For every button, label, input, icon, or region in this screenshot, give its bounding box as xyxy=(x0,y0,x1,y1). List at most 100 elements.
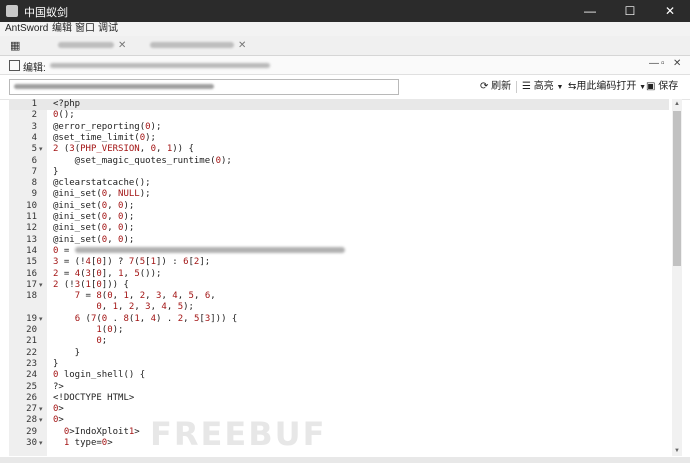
highlight-dropdown[interactable]: ☰ 高亮 ▼ xyxy=(522,80,563,95)
line-number: 8 xyxy=(31,178,37,189)
code-line[interactable]: 10 @ini_set(0, 0); xyxy=(9,201,669,212)
maximize-panel-icon[interactable]: ▫ xyxy=(661,58,665,69)
code-line[interactable]: 23} xyxy=(9,359,669,370)
line-number: 15 xyxy=(26,257,37,268)
code-line[interactable]: 11 @ini_set(0, 0); xyxy=(9,212,669,223)
code-text: 0; xyxy=(96,336,108,347)
code-line[interactable]: 19 ▾ 6 (7(0 . 8(1, 4) . 2, 5[3])) { xyxy=(9,314,669,325)
code-line[interactable]: 20 1(0); xyxy=(9,325,669,336)
vertical-scrollbar[interactable]: ▲ ▼ xyxy=(672,99,682,456)
line-number: 28 xyxy=(26,415,37,426)
code-line[interactable]: 2 0(); xyxy=(9,110,669,121)
menu-antsword[interactable]: AntSword xyxy=(5,22,48,36)
tab-shell-1[interactable]: ✕ xyxy=(58,38,126,54)
fold-toggle-icon[interactable]: ▾ xyxy=(39,144,43,155)
highlight-label: 高亮 xyxy=(533,81,554,92)
code-line[interactable]: 26 <!DOCTYPE HTML> xyxy=(9,393,669,404)
save-button[interactable]: ▣ 保存 xyxy=(646,80,678,94)
scrollbar-thumb[interactable] xyxy=(673,111,681,266)
code-line[interactable]: 22 } xyxy=(9,348,669,359)
minimize-button[interactable]: — xyxy=(570,0,610,22)
code-line[interactable]: 16 2 = 4(3[0], 1, 5()); xyxy=(9,269,669,280)
code-line[interactable]: 25 ?> xyxy=(9,382,669,393)
window-title: 中国蚁剑 xyxy=(24,7,68,19)
fold-toggle-icon[interactable]: ▾ xyxy=(39,404,43,415)
close-window-button[interactable]: ✕ xyxy=(650,0,690,22)
grid-icon[interactable]: ▦ xyxy=(10,38,20,54)
code-text: 0>IndoXploit1> xyxy=(63,426,140,437)
chevron-down-icon: ▼ xyxy=(556,84,564,91)
menu-window[interactable]: 窗口 xyxy=(75,22,95,36)
panel-label: 编辑: xyxy=(23,63,46,74)
toolbar-divider xyxy=(516,81,517,93)
line-number: 1 xyxy=(31,99,37,109)
line-number: 21 xyxy=(26,336,37,347)
editor-panel-header: 编辑: — ▫ ✕ xyxy=(0,56,690,75)
line-number: 4 xyxy=(31,132,37,143)
code-text: 1 type=0> xyxy=(63,438,113,448)
close-panel-icon[interactable]: ✕ xyxy=(673,58,681,69)
line-number: 6 xyxy=(31,155,37,166)
fold-toggle-icon[interactable]: ▾ xyxy=(39,438,43,449)
code-text: 7 = 8(0, 1, 2, 3, 4, 5, 6, xyxy=(74,291,216,302)
code-line[interactable]: 9 @ini_set(0, NULL); xyxy=(9,189,669,200)
code-text: @error_reporting(0); xyxy=(53,121,162,132)
code-line[interactable]: 7} xyxy=(9,167,669,178)
scroll-down-icon[interactable]: ▼ xyxy=(672,446,682,456)
redacted-file-path xyxy=(50,63,270,68)
code-line[interactable]: 0, 1, 2, 3, 4, 5); xyxy=(9,302,669,313)
line-number: 3 xyxy=(31,121,37,132)
code-editor[interactable]: 1 <?php 2 0(); 3 @error_reporting(0); 4 @set_ti… xyxy=(9,99,681,456)
line-number: 17 xyxy=(26,279,37,290)
list-icon: ☰ xyxy=(522,81,531,92)
code-text: 2 (3(PHP_VERSION, 0, 1)) { xyxy=(53,144,194,155)
code-line[interactable]: 27 ▾ 0> xyxy=(9,404,669,415)
fold-toggle-icon[interactable]: ▾ xyxy=(39,280,43,291)
code-line[interactable]: 18 7 = 8(0, 1, 2, 3, 4, 5, 6, xyxy=(9,291,669,302)
menu-debug[interactable]: 调试 xyxy=(98,22,118,36)
code-text: @clearstatcache(); xyxy=(53,178,151,189)
code-line[interactable]: 24 0 login_shell() { xyxy=(9,370,669,381)
path-input[interactable] xyxy=(9,79,399,95)
code-line[interactable]: 3 @error_reporting(0); xyxy=(9,122,669,133)
line-number: 10 xyxy=(26,200,37,211)
menu-bar: AntSword 编辑 窗口 调试 xyxy=(0,22,690,36)
encoding-label: 用此编码打开 xyxy=(576,81,637,92)
status-bar xyxy=(0,457,690,463)
code-line[interactable]: 28 ▾ 0> xyxy=(9,415,669,426)
code-line[interactable]: 12 @ini_set(0, 0); xyxy=(9,223,669,234)
code-text: 3 = (!4[0]) ? 7(5[1]) : 6[2]; xyxy=(53,257,211,268)
line-number: 11 xyxy=(26,212,37,222)
code-line[interactable]: 1 <?php xyxy=(9,99,669,111)
editor-toolbar: ⟳ 刷新 ☰ 高亮 ▼ ⇆用此编码打开 ▼ ▣ 保存 xyxy=(0,75,690,100)
code-line[interactable]: 5 ▾ 2 (3(PHP_VERSION, 0, 1)) { xyxy=(9,144,669,155)
encoding-dropdown[interactable]: ⇆用此编码打开 ▼ xyxy=(568,80,646,95)
code-line[interactable]: 30 ▾ 1 type=0> xyxy=(9,438,669,449)
line-number: 14 xyxy=(26,245,37,256)
code-line[interactable]: 14 0 = xyxy=(9,246,669,257)
fold-toggle-icon[interactable]: ▾ xyxy=(39,314,43,325)
code-text: <?php xyxy=(53,99,81,109)
code-line[interactable]: 4 @set_time_limit(0); xyxy=(9,133,669,144)
fold-toggle-icon[interactable]: ▾ xyxy=(39,415,43,426)
code-line[interactable]: 17 ▾ 2 (!3(1[0])) { xyxy=(9,280,669,291)
code-text: ?> xyxy=(53,381,64,392)
app-icon xyxy=(6,5,18,17)
line-number: 23 xyxy=(26,358,37,369)
code-text: 0 login_shell() { xyxy=(53,370,146,381)
maximize-button[interactable]: ☐ xyxy=(610,0,650,22)
menu-edit[interactable]: 编辑 xyxy=(52,22,72,36)
file-icon xyxy=(9,60,20,71)
minimize-panel-icon[interactable]: — xyxy=(649,58,659,69)
code-line[interactable]: 21 0; xyxy=(9,336,669,347)
code-line[interactable]: 29 0>IndoXploit1> xyxy=(9,427,669,438)
code-line[interactable]: 6 @set_magic_quotes_runtime(0); xyxy=(9,156,669,167)
code-line[interactable]: 13 @ini_set(0, 0); xyxy=(9,235,669,246)
code-line[interactable]: 8 @clearstatcache(); xyxy=(9,178,669,189)
code-text: 0 = xyxy=(53,246,345,257)
code-line[interactable]: 15 3 = (!4[0]) ? 7(5[1]) : 6[2]; xyxy=(9,257,669,268)
code-text: @set_magic_quotes_runtime(0); xyxy=(53,155,232,166)
scroll-up-icon[interactable]: ▲ xyxy=(672,99,682,109)
tab-shell-2[interactable]: ✕ xyxy=(150,38,246,54)
refresh-button[interactable]: ⟳ 刷新 xyxy=(480,80,511,94)
